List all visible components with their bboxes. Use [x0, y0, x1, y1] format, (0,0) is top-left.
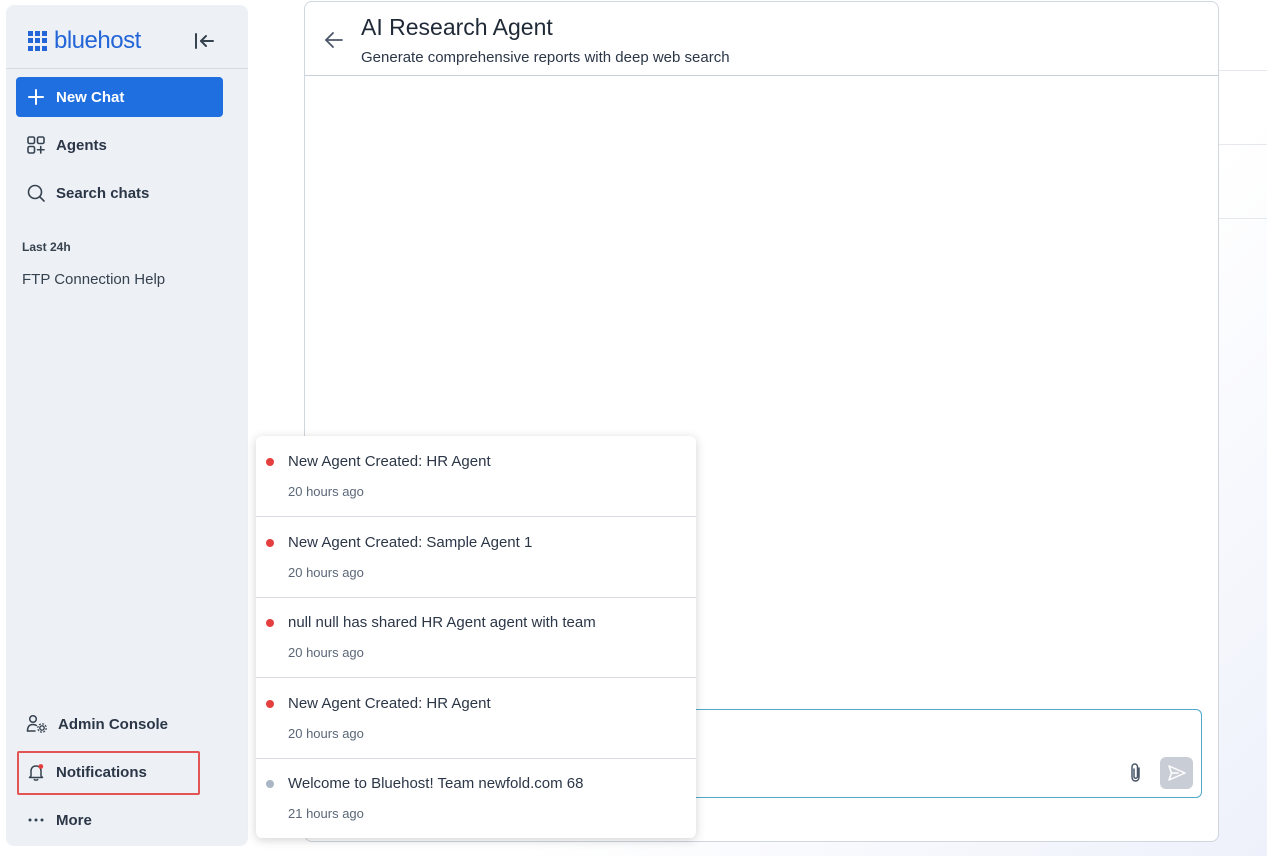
plus-icon: [28, 89, 44, 105]
sidebar-item-label: Admin Console: [58, 715, 169, 733]
sidebar-item-label: More: [56, 811, 92, 829]
notification-text: null null has shared HR Agent agent with…: [288, 614, 596, 631]
notifications-dropdown: New Agent Created: HR Agent 20 hours ago…: [256, 436, 696, 838]
logo-text: bluehost: [54, 27, 141, 54]
admin-users-gear-icon: [26, 714, 47, 733]
notification-time: 20 hours ago: [288, 484, 364, 499]
sidebar-header: bluehost: [6, 5, 248, 69]
notification-time: 20 hours ago: [288, 565, 364, 580]
chat-history-item[interactable]: FTP Connection Help: [22, 271, 165, 288]
collapse-icon: [195, 33, 214, 49]
back-button[interactable]: [323, 29, 345, 51]
sidebar-item-admin-console[interactable]: Admin Console: [16, 706, 223, 742]
notification-item[interactable]: New Agent Created: HR Agent 20 hours ago: [256, 436, 696, 517]
collapse-sidebar-button[interactable]: [192, 29, 216, 53]
notification-text: Welcome to Bluehost! Team newfold.com 68: [288, 775, 584, 792]
page-subtitle: Generate comprehensive reports with deep…: [361, 49, 730, 66]
divider: [1219, 144, 1267, 145]
unread-dot: [266, 700, 274, 708]
agents-icon: [27, 136, 45, 154]
arrow-left-icon: [325, 32, 343, 48]
notification-text: New Agent Created: HR Agent: [288, 695, 491, 712]
sidebar-item-more[interactable]: More: [16, 802, 223, 838]
sidebar-item-label: Search chats: [56, 184, 150, 202]
divider: [1219, 218, 1267, 219]
chat-input[interactable]: [690, 709, 1202, 798]
unread-dot: [266, 619, 274, 627]
unread-dot: [266, 539, 274, 547]
new-chat-button[interactable]: New Chat: [16, 77, 223, 117]
new-chat-label: New Chat: [56, 88, 125, 106]
sidebar-item-agents[interactable]: Agents: [16, 127, 223, 163]
send-button[interactable]: [1160, 757, 1193, 789]
sidebar-item-label: Agents: [56, 136, 107, 154]
notification-item[interactable]: null null has shared HR Agent agent with…: [256, 597, 696, 678]
notification-time: 20 hours ago: [288, 726, 364, 741]
search-icon: [27, 184, 45, 202]
unread-dot: [266, 458, 274, 466]
divider: [1219, 70, 1267, 71]
chat-header: AI Research Agent Generate comprehensive…: [305, 2, 1218, 76]
sidebar-item-search-chats[interactable]: Search chats: [16, 175, 223, 211]
sidebar: bluehost New Chat Agents Search chats La…: [6, 5, 248, 846]
notification-time: 20 hours ago: [288, 645, 364, 660]
logo-grid-icon: [28, 31, 48, 51]
sidebar-item-label: Notifications: [56, 763, 147, 781]
more-dots-icon: [28, 818, 44, 822]
read-dot: [266, 780, 274, 788]
notification-item[interactable]: New Agent Created: HR Agent 20 hours ago: [256, 678, 696, 759]
notification-item[interactable]: Welcome to Bluehost! Team newfold.com 68…: [256, 758, 696, 838]
notification-text: New Agent Created: HR Agent: [288, 453, 491, 470]
bell-icon: [28, 764, 44, 781]
bluehost-logo[interactable]: bluehost: [28, 27, 141, 55]
notification-item[interactable]: New Agent Created: Sample Agent 1 20 hou…: [256, 517, 696, 598]
attach-button[interactable]: [1126, 762, 1146, 784]
history-section-label: Last 24h: [22, 240, 71, 254]
page-title: AI Research Agent: [361, 14, 553, 40]
send-icon: [1167, 765, 1186, 781]
notification-text: New Agent Created: Sample Agent 1: [288, 534, 533, 551]
paperclip-icon: [1131, 763, 1140, 782]
sidebar-item-notifications[interactable]: Notifications: [16, 754, 223, 790]
notification-time: 21 hours ago: [288, 806, 364, 821]
